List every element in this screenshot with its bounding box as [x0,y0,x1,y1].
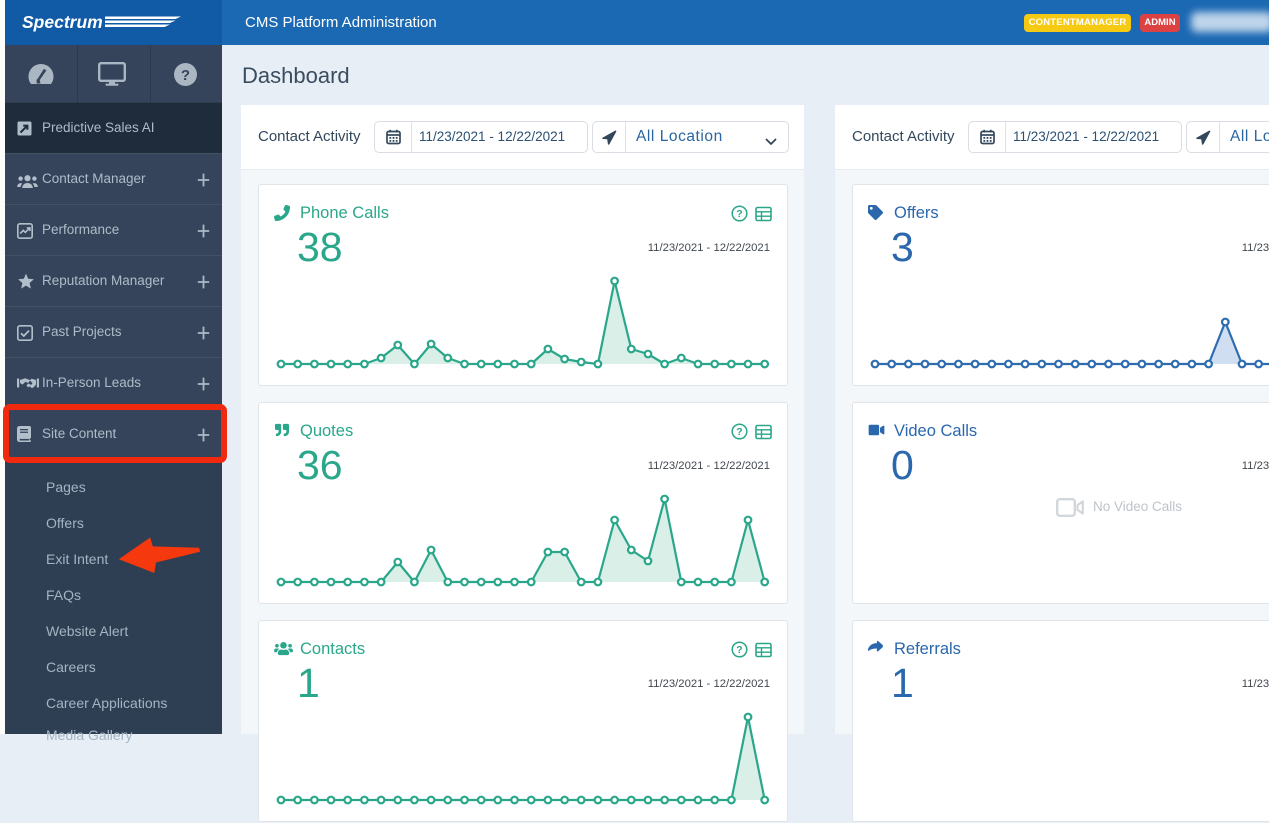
svg-text:Spectrum: Spectrum [22,12,103,32]
svg-text:?: ? [181,67,190,84]
